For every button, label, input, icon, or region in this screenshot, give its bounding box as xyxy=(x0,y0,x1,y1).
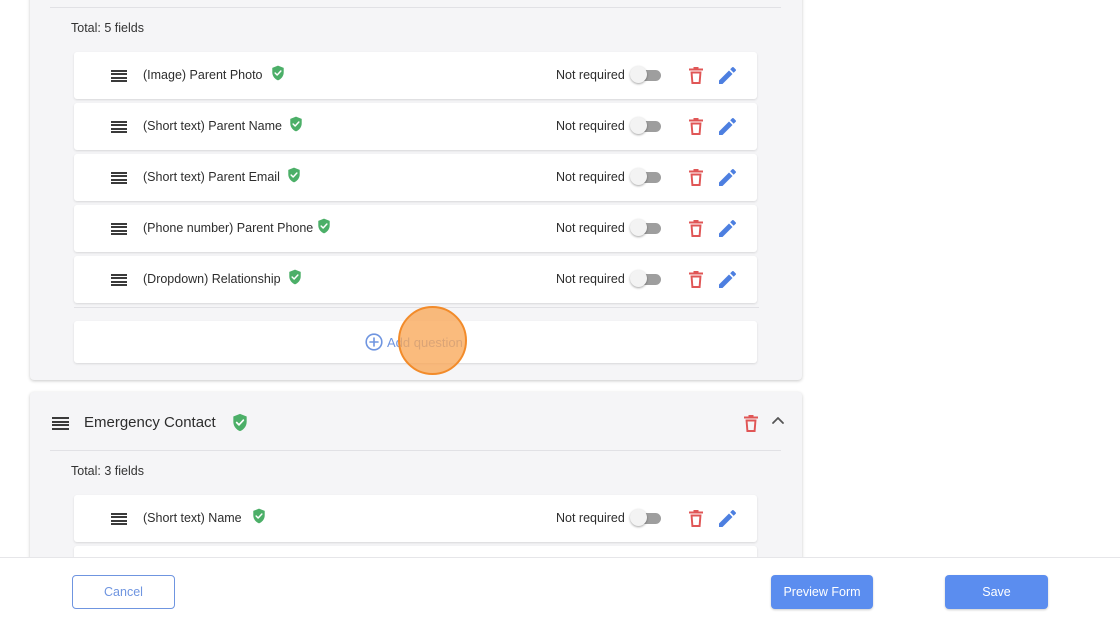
trash-icon[interactable] xyxy=(744,415,758,432)
pencil-icon[interactable] xyxy=(719,271,736,288)
required-toggle[interactable] xyxy=(630,117,662,134)
footer-action-bar: Cancel Preview Form Save xyxy=(0,557,1120,626)
drag-handle-icon[interactable] xyxy=(111,172,127,185)
shield-check-icon xyxy=(233,413,247,432)
add-question-label: Add question xyxy=(387,334,463,350)
required-status-label: Not required xyxy=(556,170,625,184)
required-toggle[interactable] xyxy=(630,509,662,526)
shield-check-icon xyxy=(288,167,300,183)
trash-icon[interactable] xyxy=(689,510,703,527)
pencil-icon[interactable] xyxy=(719,220,736,237)
pencil-icon[interactable] xyxy=(719,169,736,186)
trash-icon[interactable] xyxy=(689,118,703,135)
pencil-icon[interactable] xyxy=(719,510,736,527)
field-row[interactable]: (Dropdown) Relationship Not required xyxy=(74,256,757,303)
drag-handle-icon[interactable] xyxy=(111,70,127,83)
field-row[interactable]: (Short text) Parent Email Not required xyxy=(74,154,757,201)
required-status-label: Not required xyxy=(556,511,625,525)
required-status-label: Not required xyxy=(556,119,625,133)
drag-handle-icon[interactable] xyxy=(111,121,127,134)
field-label: (Image) Parent Photo xyxy=(143,68,263,82)
list-bottom-divider xyxy=(74,307,759,308)
shield-check-icon xyxy=(253,508,265,524)
drag-handle-icon[interactable] xyxy=(111,513,127,526)
add-question-button[interactable]: Add question xyxy=(365,333,463,351)
total-fields-label: Total: 5 fields xyxy=(71,21,144,35)
required-toggle[interactable] xyxy=(630,66,662,83)
required-toggle[interactable] xyxy=(630,219,662,236)
drag-handle-icon[interactable] xyxy=(111,223,127,236)
section-divider xyxy=(50,7,781,8)
required-status-label: Not required xyxy=(556,221,625,235)
drag-handle-icon[interactable] xyxy=(111,274,127,287)
required-status-label: Not required xyxy=(556,272,625,286)
chevron-up-icon[interactable] xyxy=(771,415,785,425)
parent-section-card: Total: 5 fields (Image) Parent Photo Not… xyxy=(30,0,802,380)
plus-circle-icon xyxy=(365,333,383,351)
cancel-button[interactable]: Cancel xyxy=(72,575,175,609)
shield-check-icon xyxy=(289,269,301,285)
total-fields-label: Total: 3 fields xyxy=(71,464,144,478)
field-label: (Short text) Parent Name xyxy=(143,119,282,133)
section-divider xyxy=(50,450,781,451)
field-row[interactable]: (Phone number) Parent Phone Not required xyxy=(74,205,757,252)
form-builder-page: Total: 5 fields (Image) Parent Photo Not… xyxy=(0,0,1120,626)
field-row[interactable]: (Short text) Parent Name Not required xyxy=(74,103,757,150)
field-row[interactable]: (Short text) Name Not required xyxy=(74,495,757,542)
pencil-icon[interactable] xyxy=(719,67,736,84)
required-toggle[interactable] xyxy=(630,168,662,185)
field-label: (Phone number) Parent Phone xyxy=(143,221,314,235)
field-row[interactable]: (Image) Parent Photo Not required xyxy=(74,52,757,99)
trash-icon[interactable] xyxy=(689,67,703,84)
trash-icon[interactable] xyxy=(689,220,703,237)
shield-check-icon xyxy=(272,65,284,81)
trash-icon[interactable] xyxy=(689,169,703,186)
field-label: (Short text) Name xyxy=(143,511,242,525)
shield-check-icon xyxy=(318,218,330,234)
field-label: (Dropdown) Relationship xyxy=(143,272,281,286)
trash-icon[interactable] xyxy=(689,271,703,288)
add-question-container: Add question xyxy=(74,321,757,363)
field-label: (Short text) Parent Email xyxy=(143,170,280,184)
section-title: Emergency Contact xyxy=(84,414,216,431)
shield-check-icon xyxy=(290,116,302,132)
pencil-icon[interactable] xyxy=(719,118,736,135)
required-status-label: Not required xyxy=(556,68,625,82)
section-drag-handle-icon[interactable] xyxy=(52,417,69,430)
save-button[interactable]: Save xyxy=(945,575,1048,609)
required-toggle[interactable] xyxy=(630,270,662,287)
preview-form-button[interactable]: Preview Form xyxy=(771,575,873,609)
